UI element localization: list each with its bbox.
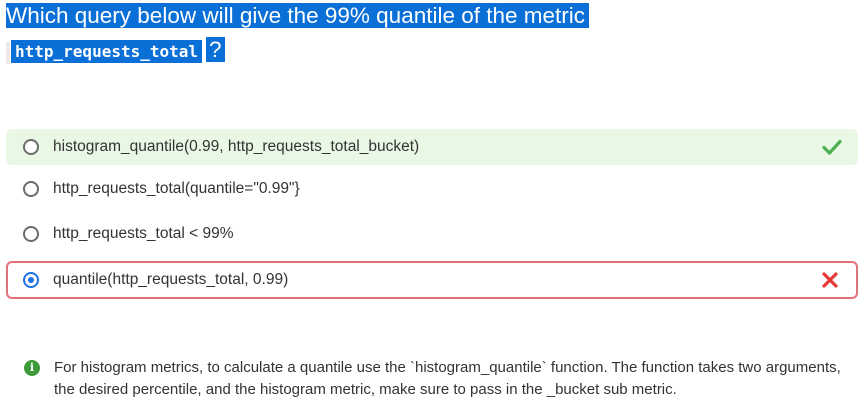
option-label: histogram_quantile(0.99, http_requests_t… (53, 138, 420, 155)
explanation-text: For histogram metrics, to calculate a qu… (54, 359, 841, 398)
option-2[interactable]: http_requests_total(quantile="0.99"} (6, 171, 858, 207)
radio-button[interactable] (23, 226, 39, 242)
option-label: http_requests_total < 99% (53, 225, 234, 242)
code-tick (6, 41, 10, 64)
explanation: i For histogram metrics, to calculate a … (24, 357, 844, 401)
radio-button[interactable] (23, 181, 39, 197)
radio-button-selected[interactable] (23, 272, 39, 288)
question-metric-code: http_requests_total (11, 40, 203, 63)
checkmark-icon (822, 139, 842, 155)
radio-dot (28, 277, 34, 283)
info-icon: i (24, 360, 40, 376)
question-line: Which query below will give the 99% quan… (6, 2, 856, 30)
option-1[interactable]: histogram_quantile(0.99, http_requests_t… (6, 129, 858, 165)
option-label: http_requests_total(quantile="0.99"} (53, 180, 300, 197)
question: Which query below will give the 99% quan… (6, 2, 856, 64)
option-4[interactable]: quantile(http_requests_total, 0.99) (6, 261, 858, 299)
question-line-2: http_requests_total? (6, 36, 856, 64)
question-text: Which query below will give the 99% quan… (6, 3, 590, 28)
option-label: quantile(http_requests_total, 0.99) (53, 271, 289, 288)
cross-icon (822, 272, 838, 288)
question-mark: ? (206, 37, 225, 62)
option-3[interactable]: http_requests_total < 99% (6, 216, 858, 252)
radio-button[interactable] (23, 139, 39, 155)
